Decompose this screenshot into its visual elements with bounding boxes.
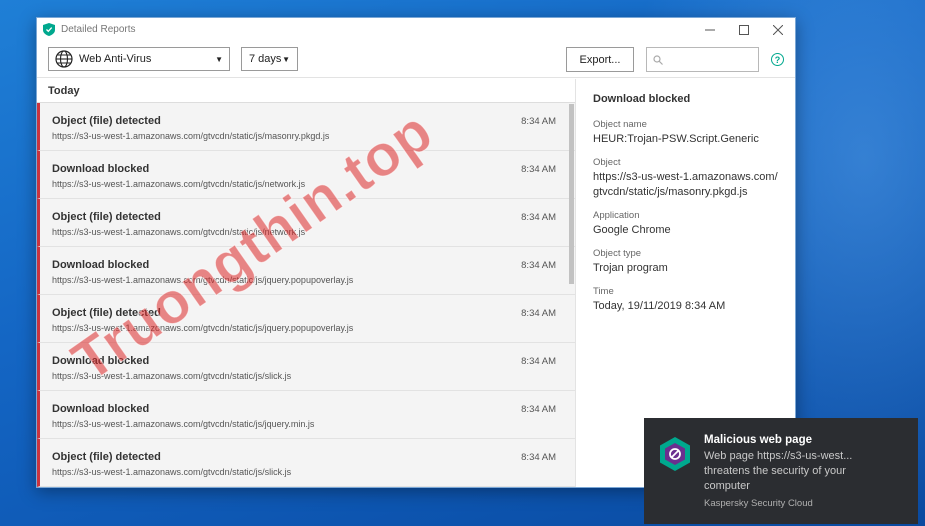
list-item[interactable]: Object (file) detected https://s3-us-wes… <box>37 103 575 151</box>
event-url: https://s3-us-west-1.amazonaws.com/gtvcd… <box>52 467 292 477</box>
event-time: 8:34 AM <box>521 452 556 463</box>
object-value-line1: https://s3-us-west-1.amazonaws.com/ <box>593 171 778 183</box>
event-url: https://s3-us-west-1.amazonaws.com/gtvcd… <box>52 275 354 285</box>
object-name-value: HEUR:Trojan-PSW.Script.Generic <box>593 133 759 145</box>
search-box[interactable] <box>646 47 759 72</box>
maximize-button[interactable] <box>727 18 761 41</box>
group-header-today: Today <box>37 79 575 103</box>
event-time: 8:34 AM <box>521 212 556 223</box>
event-time: 8:34 AM <box>521 260 556 271</box>
minimize-icon <box>705 29 715 30</box>
event-title: Object (file) detected <box>52 451 161 463</box>
list-item[interactable]: Object (file) detected https://s3-us-wes… <box>37 295 575 343</box>
event-title: Object (file) detected <box>52 115 161 127</box>
list-item[interactable]: Object (file) detected https://s3-us-wes… <box>37 199 575 247</box>
object-type-label: Object type <box>593 248 642 259</box>
period-dropdown[interactable]: 7 days ▼ <box>241 47 298 71</box>
search-input[interactable] <box>667 54 757 65</box>
time-label: Time <box>593 286 614 297</box>
object-value: https://s3-us-west-1.amazonaws.com/ gtvc… <box>593 170 795 200</box>
event-title: Object (file) detected <box>52 307 161 319</box>
search-icon <box>653 54 663 65</box>
event-url: https://s3-us-west-1.amazonaws.com/gtvcd… <box>52 323 354 333</box>
notification-body-line2: threatens the security of your <box>704 465 846 477</box>
period-dropdown-value: 7 days <box>249 53 282 65</box>
window-controls <box>693 18 795 41</box>
event-url: https://s3-us-west-1.amazonaws.com/gtvcd… <box>52 131 330 141</box>
notification-toast[interactable]: Malicious web page Web page https://s3-u… <box>644 418 918 524</box>
component-dropdown-value: Web Anti-Virus <box>79 53 152 65</box>
event-title: Download blocked <box>52 355 150 367</box>
title-bar[interactable]: Detailed Reports <box>37 18 795 41</box>
event-title: Object (file) detected <box>52 211 161 223</box>
maximize-icon <box>739 24 749 35</box>
application-value: Google Chrome <box>593 224 671 236</box>
event-time: 8:34 AM <box>521 356 556 367</box>
export-button[interactable]: Export... <box>566 47 634 72</box>
details-title: Download blocked <box>593 93 691 105</box>
event-time: 8:34 AM <box>521 404 556 415</box>
event-title: Download blocked <box>52 259 150 271</box>
list-item[interactable]: Object (file) detected https://s3-us-wes… <box>37 439 575 487</box>
minimize-button[interactable] <box>693 18 727 41</box>
component-dropdown[interactable]: Web Anti-Virus ▼ <box>48 47 230 71</box>
notification-body-line1: Web page https://s3-us-west... <box>704 450 853 462</box>
list-item[interactable]: Download blocked https://s3-us-west-1.am… <box>37 151 575 199</box>
time-value: Today, 19/11/2019 8:34 AM <box>593 300 726 312</box>
object-type-value: Trojan program <box>593 262 668 274</box>
application-label: Application <box>593 210 640 221</box>
list-item[interactable]: Download blocked https://s3-us-west-1.am… <box>37 343 575 391</box>
event-title: Download blocked <box>52 403 150 415</box>
kaspersky-shield-icon <box>43 23 55 36</box>
chevron-down-icon: ▼ <box>282 54 290 64</box>
close-icon <box>773 24 783 35</box>
notification-body: Web page https://s3-us-west... threatens… <box>704 449 904 494</box>
event-time: 8:34 AM <box>521 308 556 319</box>
list-scrollbar[interactable] <box>569 104 574 284</box>
event-url: https://s3-us-west-1.amazonaws.com/gtvcd… <box>52 419 315 429</box>
object-value-line2: gtvcdn/static/js/masonry.pkgd.js <box>593 186 748 198</box>
globe-icon <box>55 50 73 68</box>
kaspersky-threat-icon <box>660 437 690 471</box>
event-url: https://s3-us-west-1.amazonaws.com/gtvcd… <box>52 371 292 381</box>
list-item[interactable]: Download blocked https://s3-us-west-1.am… <box>37 247 575 295</box>
event-time: 8:34 AM <box>521 116 556 127</box>
list-item[interactable]: Download blocked https://s3-us-west-1.am… <box>37 391 575 439</box>
notification-body-line3: computer <box>704 480 750 492</box>
window-title: Detailed Reports <box>61 24 136 35</box>
event-url: https://s3-us-west-1.amazonaws.com/gtvcd… <box>52 179 306 189</box>
object-name-label: Object name <box>593 119 647 130</box>
event-list: Today Object (file) detected https://s3-… <box>37 79 576 487</box>
notification-title: Malicious web page <box>704 434 812 446</box>
event-url: https://s3-us-west-1.amazonaws.com/gtvcd… <box>52 227 306 237</box>
toolbar: Web Anti-Virus ▼ 7 days ▼ Export... ? <box>37 41 795 78</box>
event-time: 8:34 AM <box>521 164 556 175</box>
event-title: Download blocked <box>52 163 150 175</box>
close-button[interactable] <box>761 18 795 41</box>
chevron-down-icon: ▼ <box>215 54 223 64</box>
notification-source: Kaspersky Security Cloud <box>704 498 813 509</box>
help-icon[interactable]: ? <box>771 53 784 66</box>
object-label: Object <box>593 157 621 168</box>
